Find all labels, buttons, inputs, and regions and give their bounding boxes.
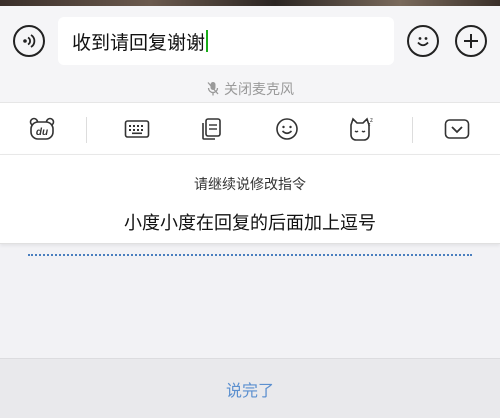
close-mic-row[interactable]: 关闭麦克风 — [0, 76, 500, 102]
toolbar-divider — [86, 117, 87, 143]
message-text: 收到请回复谢谢 — [72, 31, 206, 54]
keyboard-button[interactable] — [124, 116, 150, 142]
clipboard-button[interactable] — [198, 116, 224, 142]
close-mic-label: 关闭麦克风 — [224, 82, 294, 98]
voice-icon — [23, 34, 36, 48]
message-input[interactable]: 收到请回复谢谢 — [58, 17, 394, 65]
finish-speaking-button[interactable]: 说完了 — [0, 358, 500, 418]
voice-edit-panel: 请继续说修改指令 小度小度在回复的后面加上逗号 — [0, 154, 500, 244]
text-cursor — [206, 30, 209, 52]
toolbar-divider — [412, 117, 413, 143]
keyboard-icon — [124, 120, 150, 138]
voice-button[interactable] — [13, 25, 45, 57]
plus-icon — [464, 34, 478, 48]
input-bar: 收到请回复谢谢 — [0, 6, 500, 76]
cat-sleep-icon: z z — [350, 117, 373, 141]
copy-icon — [202, 118, 221, 140]
recognized-command: 小度小度在回复的后面加上逗号 — [124, 213, 376, 234]
smiley-icon — [417, 37, 429, 47]
cat-sticker-button[interactable]: z z — [348, 116, 374, 142]
finish-speaking-label: 说完了 — [225, 380, 274, 400]
chevron-down-icon — [444, 119, 470, 139]
du-bear-icon: du — [29, 117, 55, 140]
keyboard-toolbar: du z z — [0, 102, 500, 154]
collapse-keyboard-button[interactable] — [444, 116, 470, 142]
du-bear-button[interactable]: du — [29, 116, 55, 142]
mic-off-icon — [207, 82, 219, 96]
emoji-icon — [276, 118, 298, 140]
svg-text:du: du — [36, 127, 48, 138]
emoji-button[interactable] — [407, 25, 439, 57]
emoji-panel-button[interactable] — [274, 116, 300, 142]
voice-waveform — [28, 254, 472, 256]
edit-hint: 请继续说修改指令 — [194, 177, 306, 193]
more-button[interactable] — [455, 25, 487, 57]
